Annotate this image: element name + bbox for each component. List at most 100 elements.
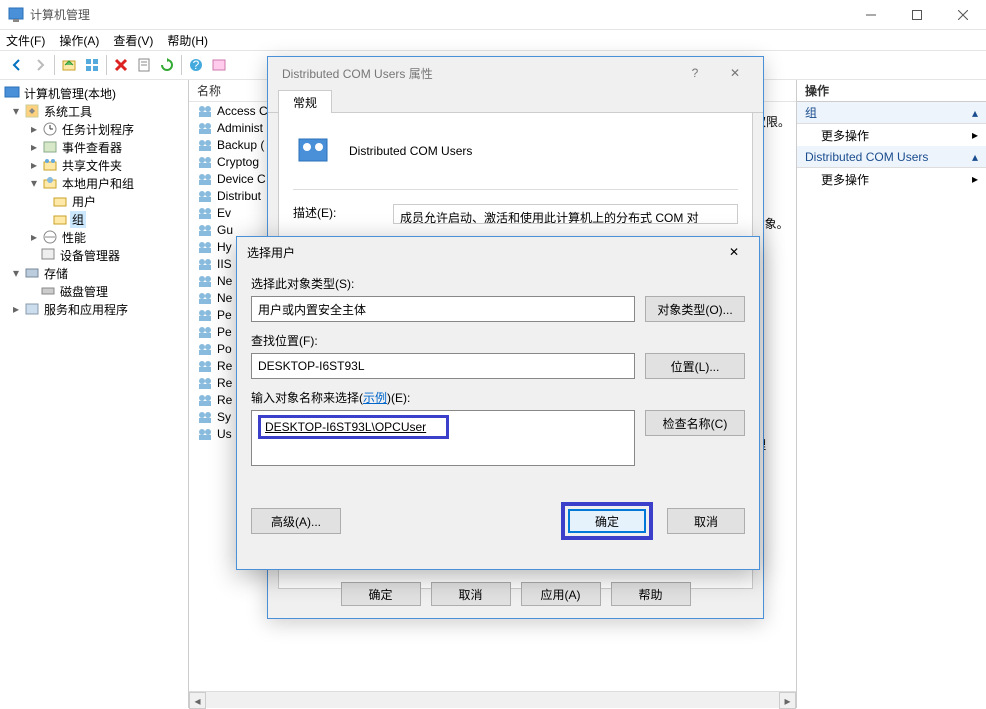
tree-system-tools[interactable]: ▾系统工具 [0,102,188,120]
group-icon [197,273,213,289]
select-ok-button[interactable]: 确定 [568,509,646,533]
actions-section-dcom[interactable]: Distributed COM Users▴ [797,146,986,168]
props-help-button[interactable]: ? [675,66,715,80]
tree-disk-management[interactable]: 磁盘管理 [0,282,188,300]
select-example-link[interactable]: 示例 [363,391,387,405]
tree-services-apps[interactable]: ▸服务和应用程序 [0,300,188,318]
properties-icon[interactable] [81,54,103,76]
maximize-button[interactable] [894,0,940,30]
group-icon [197,154,213,170]
svg-text:?: ? [193,58,200,72]
select-cancel-button[interactable]: 取消 [667,508,745,534]
group-icon [197,358,213,374]
up-button[interactable] [58,54,80,76]
collapse-icon: ▴ [972,150,978,164]
menu-view[interactable]: 查看(V) [113,32,153,49]
delete-icon[interactable] [110,54,132,76]
group-icon [197,409,213,425]
tree-device-manager[interactable]: 设备管理器 [0,246,188,264]
props-ok-button[interactable]: 确定 [341,582,421,606]
scroll-left-icon[interactable]: ◂ [189,692,206,709]
minimize-button[interactable] [848,0,894,30]
group-icon [197,256,213,272]
group-icon [197,103,213,119]
menubar: 文件(F) 操作(A) 查看(V) 帮助(H) [0,30,986,50]
tree-panel: 计算机管理(本地) ▾系统工具 ▸任务计划程序 ▸事件查看器 ▸共享文件夹 ▾本… [0,80,189,708]
group-icon [197,205,213,221]
props-close-button[interactable]: ✕ [715,66,755,80]
help-icon[interactable]: ? [185,54,207,76]
group-icon [197,171,213,187]
group-icon [197,426,213,442]
tree-storage[interactable]: ▾存储 [0,264,188,282]
group-icon [197,222,213,238]
props-tabbar: 常规 [268,89,763,113]
group-icon [197,120,213,136]
select-location-button[interactable]: 位置(L)... [645,353,745,379]
app-icon [8,7,24,23]
menu-help[interactable]: 帮助(H) [167,32,208,49]
props-button-row: 确定 取消 应用(A) 帮助 [268,582,763,606]
tree-users[interactable]: 用户 [0,192,188,210]
back-button[interactable] [6,54,28,76]
actions-more-2[interactable]: 更多操作▸ [797,168,986,190]
actions-more-1[interactable]: 更多操作▸ [797,124,986,146]
props-title: Distributed COM Users 属性 [282,65,675,82]
titlebar: 计算机管理 [0,0,986,30]
props-apply-button[interactable]: 应用(A) [521,582,601,606]
select-names-textarea[interactable]: DESKTOP-I6ST93L\OPCUser [251,410,635,466]
horizontal-scrollbar[interactable]: ◂ ▸ [189,691,796,708]
window-title: 计算机管理 [30,6,848,23]
menu-file[interactable]: 文件(F) [6,32,45,49]
props-cancel-button[interactable]: 取消 [431,582,511,606]
tree-root[interactable]: 计算机管理(本地) [0,84,188,102]
menu-action[interactable]: 操作(A) [59,32,99,49]
group-icon [197,239,213,255]
select-titlebar: 选择用户 ✕ [237,237,759,267]
select-location-label: 查找位置(F): [251,332,745,349]
actions-header: 操作 [797,80,986,102]
props-desc-label: 描述(E): [293,204,373,224]
actions-panel: 操作 组▴ 更多操作▸ Distributed COM Users▴ 更多操作▸ [797,80,986,708]
group-icon [197,137,213,153]
select-enter-label: 输入对象名称来选择(示例)(E): [251,389,745,406]
col-name[interactable]: 名称 [197,82,221,99]
select-users-dialog: 选择用户 ✕ 选择此对象类型(S): 用户或内置安全主体 对象类型(O)... … [236,236,760,570]
select-title: 选择用户 [247,244,719,261]
select-obj-type-label: 选择此对象类型(S): [251,275,745,292]
select-obj-type-button[interactable]: 对象类型(O)... [645,296,745,322]
tree-task-scheduler[interactable]: ▸任务计划程序 [0,120,188,138]
tree-shared-folders[interactable]: ▸共享文件夹 [0,156,188,174]
extra-icon[interactable] [208,54,230,76]
tree-groups[interactable]: 组 [0,210,188,228]
tree-performance[interactable]: ▸性能 [0,228,188,246]
sheet-icon[interactable] [133,54,155,76]
close-button[interactable] [940,0,986,30]
props-tab-general[interactable]: 常规 [278,90,332,113]
group-icon [197,307,213,323]
group-icon [197,188,213,204]
select-obj-type-field[interactable]: 用户或内置安全主体 [251,296,635,322]
props-desc-field[interactable]: 成员允许启动、激活和使用此计算机上的分布式 COM 对 [393,204,738,224]
select-entered-value: DESKTOP-I6ST93L\OPCUser [258,415,449,439]
actions-section-groups[interactable]: 组▴ [797,102,986,124]
select-location-field[interactable]: DESKTOP-I6ST93L [251,353,635,379]
props-titlebar: Distributed COM Users 属性 ? ✕ [268,57,763,89]
forward-button[interactable] [29,54,51,76]
props-group-name: Distributed COM Users [349,144,472,158]
group-large-icon [293,131,333,171]
collapse-icon: ▴ [972,106,978,120]
group-icon [197,290,213,306]
scroll-right-icon[interactable]: ▸ [779,692,796,709]
props-help-button2[interactable]: 帮助 [611,582,691,606]
chevron-right-icon: ▸ [972,172,978,186]
group-icon [197,324,213,340]
select-ok-highlight: 确定 [561,502,653,540]
refresh-icon[interactable] [156,54,178,76]
tree-local-users-groups[interactable]: ▾本地用户和组 [0,174,188,192]
select-advanced-button[interactable]: 高级(A)... [251,508,341,534]
select-check-names-button[interactable]: 检查名称(C) [645,410,745,436]
tree-event-viewer[interactable]: ▸事件查看器 [0,138,188,156]
select-close-button[interactable]: ✕ [719,245,749,259]
window-controls [848,0,986,29]
